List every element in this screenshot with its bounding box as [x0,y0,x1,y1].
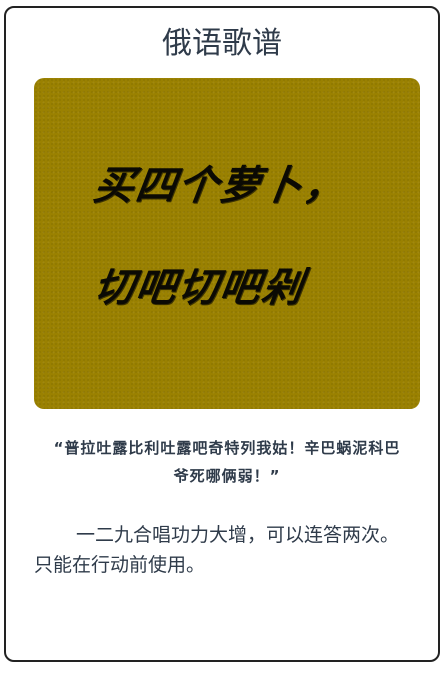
card-quote: “普拉吐露比利吐露吧奇特列我姑！辛巴蜗泥科巴爷死哪俩弱！” [53,439,401,485]
card-artwork: 买四个萝卜， 切吧切吧剁 [34,78,420,409]
artwork-text-line-2: 切吧切吧剁 [90,264,308,311]
song-card: 俄语歌谱 买四个萝卜， 切吧切吧剁 “普拉吐露比利吐露吧奇特列我姑！辛巴蜗泥科巴… [4,6,440,662]
card-title: 俄语歌谱 [162,26,282,61]
card-description: 一二九合唱功力大增，可以连答两次。只能在行动前使用。 [34,524,400,576]
artwork-text-line-1: 买四个萝卜， [90,162,350,209]
